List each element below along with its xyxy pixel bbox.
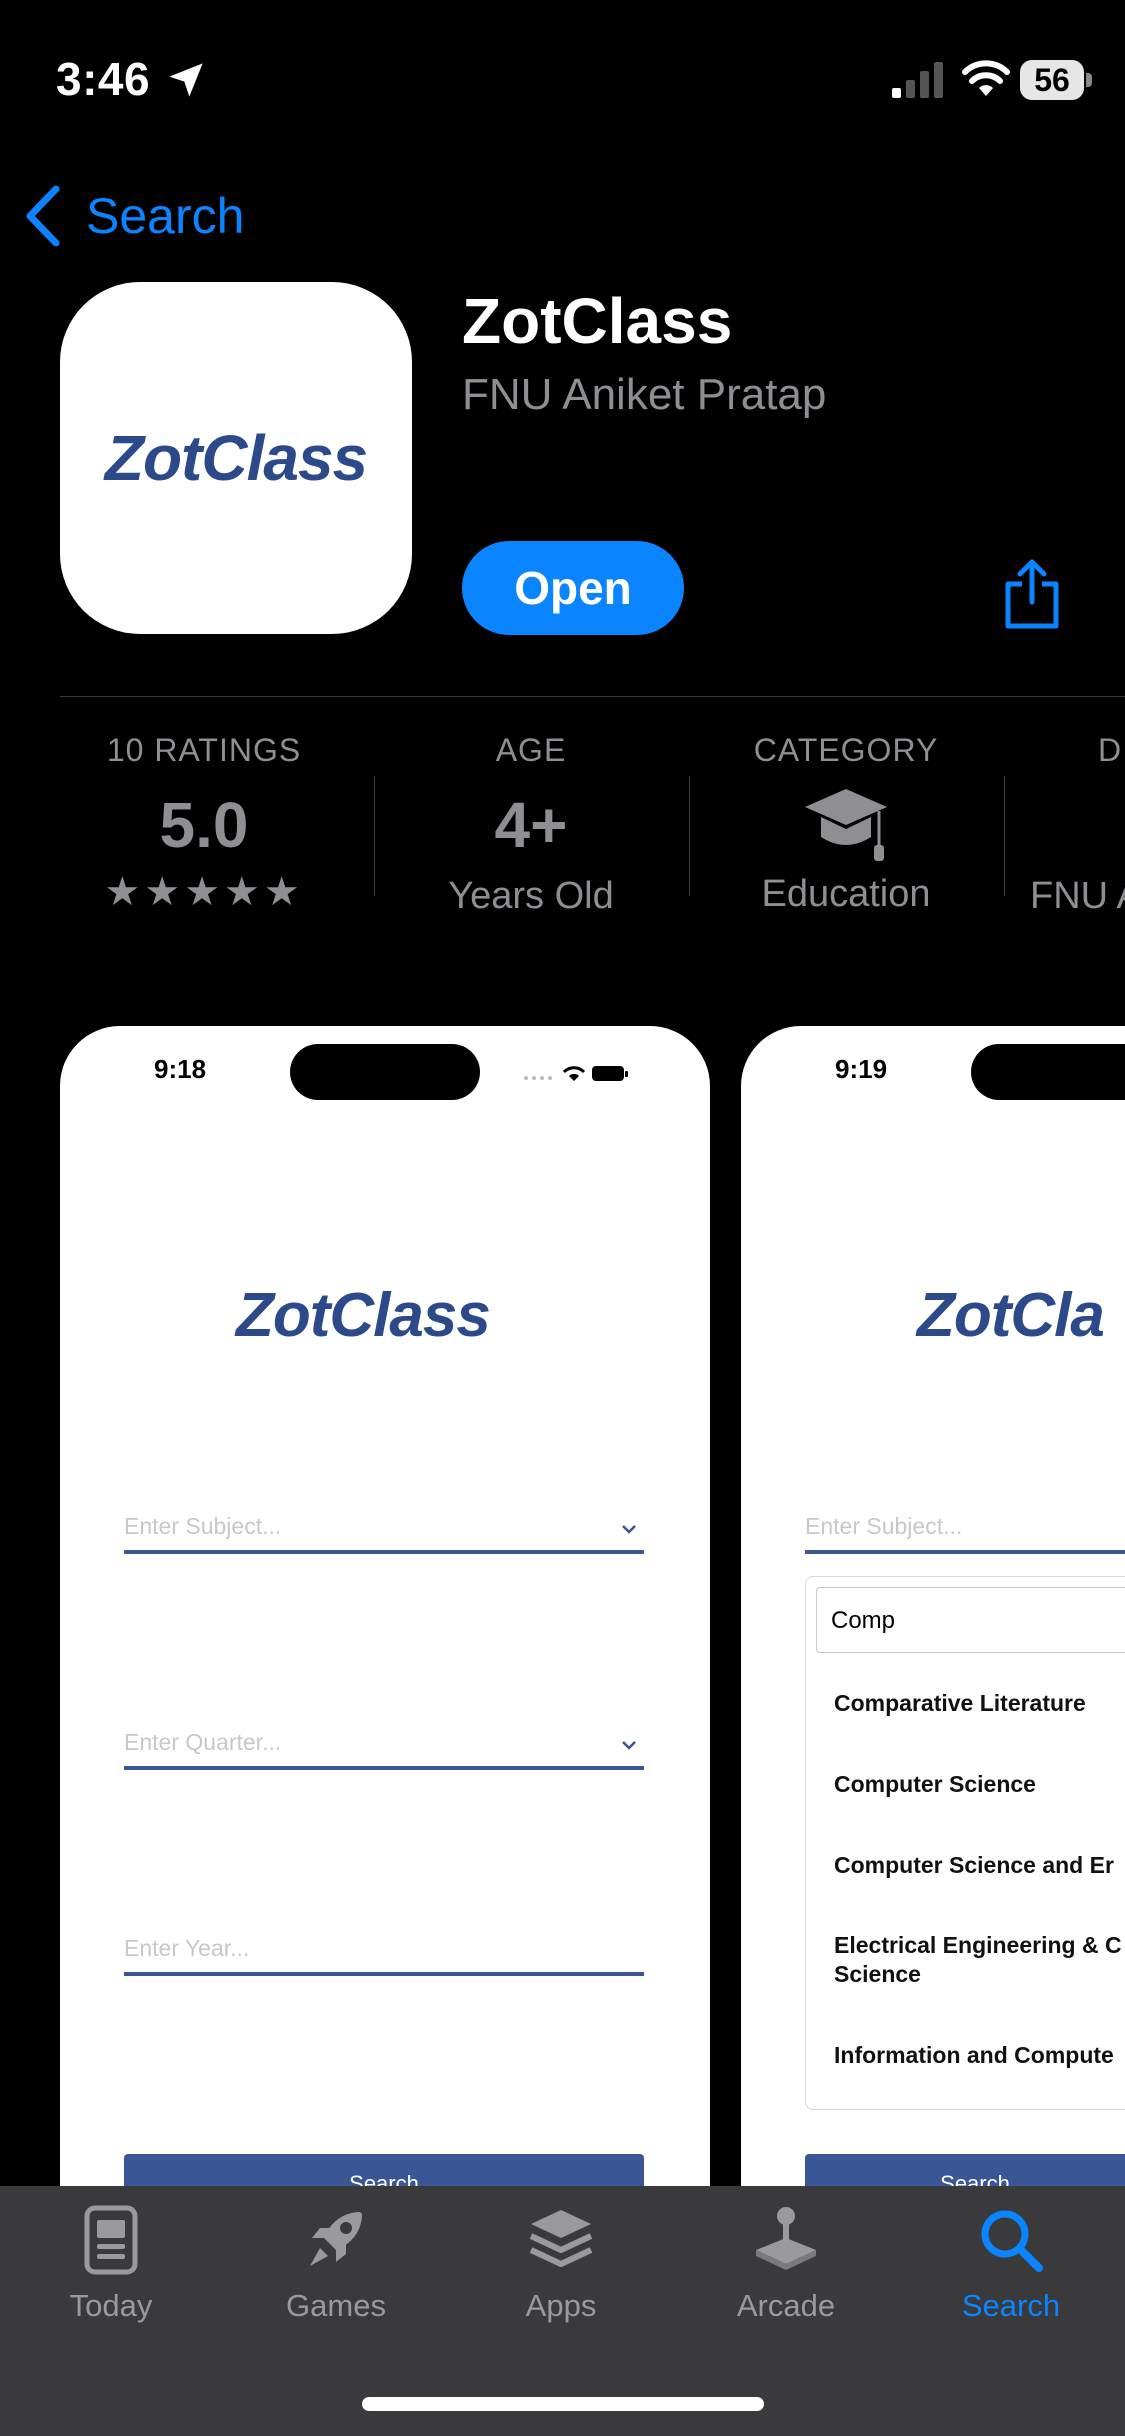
home-indicator[interactable] (362, 2397, 764, 2411)
age-value: 4+ (494, 789, 568, 861)
age-sub: Years Old (448, 875, 614, 917)
tab-arcade[interactable]: Arcade (701, 2204, 871, 2324)
shot-time: 9:19 (835, 1054, 888, 1084)
location-arrow-icon (169, 63, 203, 97)
shot-logo: ZotClass (236, 1281, 491, 1350)
category-sub: Education (761, 873, 931, 915)
dropdown-option-continued: Science (834, 1961, 921, 1987)
subject-dropdown[interactable]: Enter Subject... (805, 1506, 1125, 1554)
tab-label: Arcade (736, 2288, 836, 2323)
share-icon[interactable] (1000, 556, 1064, 630)
subject-dropdown[interactable]: Enter Subject... (124, 1506, 644, 1554)
back-label: Search (86, 188, 245, 244)
rating-value: 5.0 (159, 789, 249, 861)
shot-logo: ZotCla (917, 1281, 1105, 1350)
chevron-down-icon (622, 1741, 636, 1750)
tab-label: Today (69, 2288, 153, 2323)
search-icon (981, 2210, 1043, 2272)
app-title: ZotClass (462, 285, 733, 357)
tab-today[interactable]: Today (26, 2204, 196, 2324)
shot-status-icons (524, 1066, 628, 1081)
status-time: 3:46 (56, 53, 151, 105)
app-icon-logo: ZotClass (104, 422, 368, 494)
subject-placeholder: Enter Subject... (124, 1513, 282, 1539)
ratings-info[interactable]: 10 RATINGS 5.0 ★★★★★ (47, 732, 361, 915)
star-rating: ★★★★★ (104, 870, 304, 914)
category-info[interactable]: CATEGORY Education (689, 732, 1003, 916)
battery-indicator: 56 (1020, 60, 1092, 100)
dropdown-option[interactable]: Computer Science and Er (834, 1851, 1114, 1880)
tab-games[interactable]: Games (251, 2204, 421, 2324)
subject-options-list: Comp Comparative Literature Computer Sci… (805, 1576, 1125, 2110)
developer-info-label: D (1098, 732, 1123, 768)
divider (60, 696, 1125, 697)
tab-apps[interactable]: Apps (476, 2204, 646, 2324)
dropdown-option[interactable]: Information and Compute (834, 2041, 1114, 2070)
ratings-label: 10 RATINGS (106, 732, 302, 768)
tab-label: Apps (525, 2288, 597, 2323)
age-label: AGE (495, 732, 567, 768)
dropdown-option[interactable]: Computer Science (834, 1770, 1036, 1799)
developer-info[interactable]: D FNU A (1004, 732, 1125, 918)
category-label: CATEGORY (753, 732, 939, 768)
developer-info-sub: FNU A (1030, 875, 1125, 917)
dynamic-island (971, 1044, 1125, 1100)
today-icon (84, 2205, 138, 2275)
year-placeholder: Enter Year... (124, 1935, 250, 1961)
back-button[interactable]: Search (24, 184, 244, 248)
dynamic-island (290, 1044, 480, 1100)
year-input[interactable]: Enter Year... (124, 1928, 644, 1976)
subject-placeholder: Enter Subject... (805, 1513, 963, 1539)
developer-link[interactable]: FNU Aniket Pratap (462, 370, 826, 420)
dropdown-option[interactable]: Comparative Literature (834, 1689, 1086, 1718)
tab-label: Games (286, 2288, 386, 2323)
battery-level: 56 (1034, 62, 1070, 98)
tab-search[interactable]: Search (926, 2204, 1096, 2324)
quarter-dropdown[interactable]: Enter Quarter... (124, 1722, 644, 1770)
chevron-down-icon (622, 1525, 636, 1534)
chevron-left-icon (26, 185, 60, 247)
cellular-signal-icon (892, 62, 943, 98)
joystick-icon (756, 2207, 816, 2270)
age-info[interactable]: AGE 4+ Years Old (374, 732, 688, 918)
graduation-cap-icon (805, 789, 887, 861)
open-button[interactable]: Open (462, 541, 684, 635)
dropdown-search-input[interactable]: Comp (816, 1587, 1125, 1653)
shot-time: 9:18 (154, 1054, 207, 1084)
dropdown-option[interactable]: Electrical Engineering & C (834, 1931, 1122, 1960)
app-icon: ZotClass (60, 282, 412, 634)
wifi-icon (962, 60, 1010, 96)
tab-label: Search (961, 2288, 1061, 2323)
rocket-icon (310, 2212, 362, 2266)
apps-stack-icon (529, 2210, 593, 2267)
quarter-placeholder: Enter Quarter... (124, 1729, 282, 1755)
